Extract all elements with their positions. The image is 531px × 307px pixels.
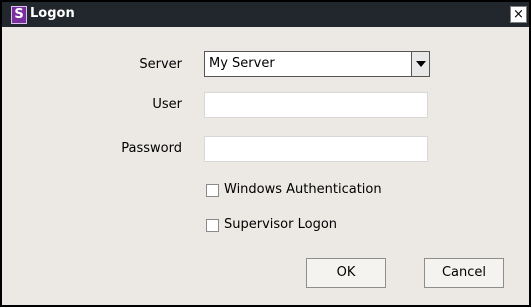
user-label: User [152, 97, 182, 112]
server-label: Server [139, 57, 182, 72]
chevron-down-icon[interactable] [411, 52, 429, 76]
windows-auth-checkbox[interactable] [206, 184, 219, 197]
title-bar[interactable]: S Logon × [2, 2, 529, 27]
windows-auth-label: Windows Authentication [224, 182, 382, 197]
close-button[interactable]: × [510, 6, 527, 23]
ok-button[interactable]: OK [306, 258, 386, 288]
cancel-button[interactable]: Cancel [424, 258, 504, 288]
password-field[interactable] [204, 136, 428, 162]
app-logo-icon: S [11, 6, 27, 24]
supervisor-logon-checkbox[interactable] [206, 219, 219, 232]
server-select[interactable]: My Server [204, 51, 430, 77]
supervisor-logon-label: Supervisor Logon [224, 217, 338, 232]
window-title: Logon [30, 6, 75, 21]
logon-dialog: S Logon × Server My Server User Password… [0, 0, 531, 307]
password-label: Password [121, 141, 182, 156]
server-select-value: My Server [209, 56, 275, 71]
close-icon: × [513, 7, 524, 22]
user-field[interactable] [204, 92, 428, 118]
